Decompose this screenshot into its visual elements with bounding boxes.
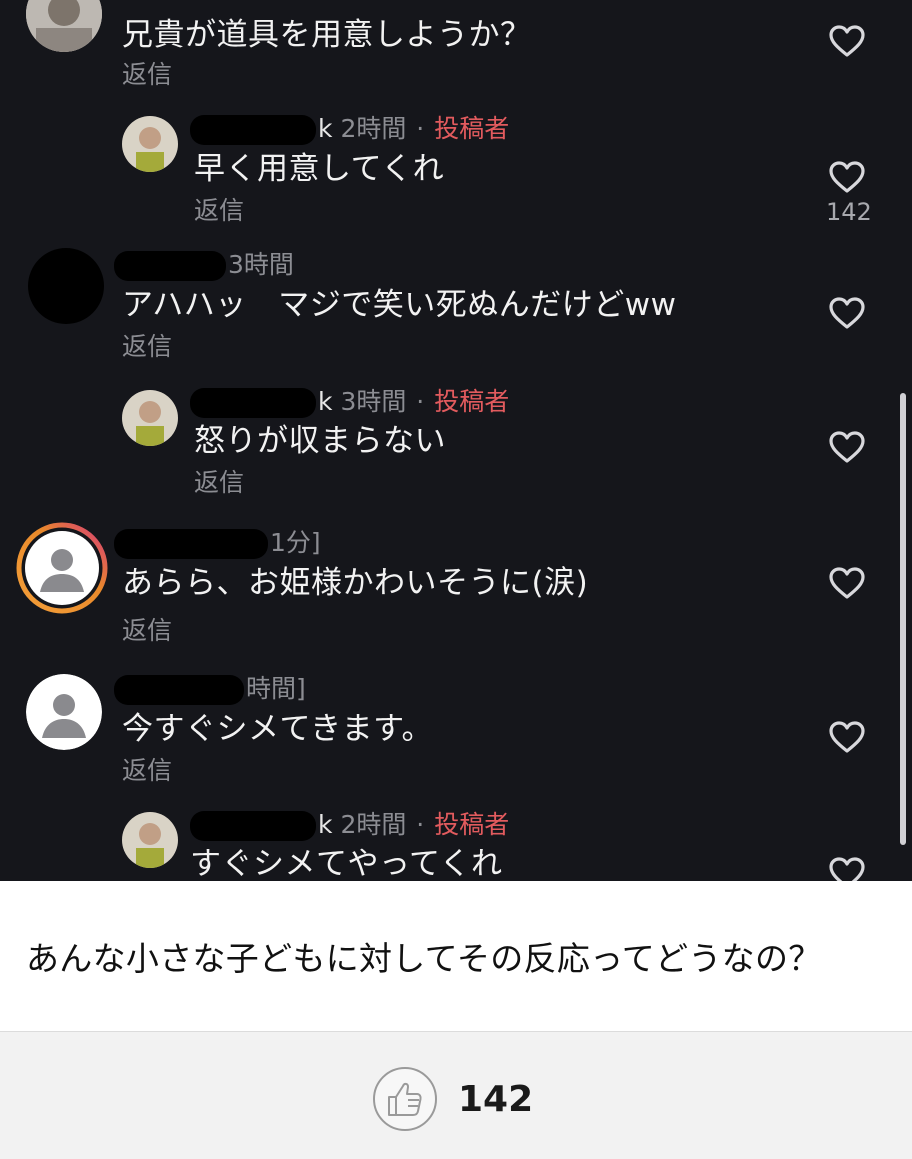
avatar[interactable] [16, 522, 108, 614]
comment-text: 怒りが収まらない [194, 423, 446, 459]
heart-outline-icon [829, 161, 865, 193]
heart-outline-icon [829, 431, 865, 463]
comment-meta: k 2時間 · 投稿者 [190, 114, 509, 145]
comment-text: 今すぐシメてきます。 [122, 711, 433, 747]
like-button[interactable] [826, 430, 868, 464]
timestamp: 3時間 [228, 250, 294, 279]
like-button[interactable] [826, 296, 868, 330]
heart-outline-icon [829, 25, 865, 57]
author-badge: 投稿者 [434, 114, 510, 143]
heart-outline-icon [829, 297, 865, 329]
timestamp: 2時間 [340, 810, 407, 839]
comment-text: アハハッ マジで笑い死ぬんだけどww [122, 287, 677, 323]
like-count: 142 [826, 198, 872, 226]
like-button[interactable] [826, 856, 868, 881]
separator: · [416, 114, 425, 143]
comment-thread: 兄貴が道具を用意しようか？ 返信 k 2時間 · 投稿者 早く用意してくれ 返信… [0, 0, 912, 881]
author-badge: 投稿者 [434, 387, 510, 416]
redacted-username [114, 675, 244, 705]
redacted-username [190, 811, 316, 841]
comment-meta: 時間] [114, 674, 306, 705]
redacted-username [114, 251, 226, 281]
comment-meta: k 2時間 · 投稿者 [190, 810, 509, 841]
like-count: 142 [458, 1078, 534, 1120]
reply-link[interactable]: 返信 [122, 60, 172, 90]
comment-text: 兄貴が道具を用意しようか？ [122, 17, 532, 53]
like-button[interactable] [826, 720, 868, 754]
comment-text: 早く用意してくれ [194, 151, 445, 187]
like-button[interactable] [826, 566, 868, 600]
reply-link[interactable]: 返信 [194, 196, 244, 226]
timestamp: 2時間 [340, 114, 407, 143]
reply-link[interactable]: 返信 [122, 332, 172, 362]
heart-outline-icon [829, 721, 865, 753]
post-caption: あんな小さな子どもに対してその反応ってどうなの？ [0, 881, 912, 1031]
like-button[interactable] [826, 24, 868, 58]
avatar[interactable] [28, 248, 104, 324]
scrollbar[interactable] [900, 393, 906, 845]
heart-outline-icon [829, 567, 865, 599]
comment-meta: k 3時間 · 投稿者 [190, 387, 509, 418]
comment-text: あらら、お姫様かわいそうに(涙) [122, 565, 589, 601]
reply-link[interactable]: 返信 [122, 756, 172, 786]
avatar[interactable] [26, 674, 102, 750]
redacted-username [190, 115, 316, 145]
reply-link[interactable]: 返信 [122, 616, 172, 646]
redacted-username [190, 388, 316, 418]
timestamp: 3時間 [340, 387, 407, 416]
timestamp: 時間] [246, 674, 306, 703]
comment-meta: 1分] [114, 528, 321, 559]
comment-meta: 3時間 [114, 250, 294, 281]
avatar[interactable] [122, 812, 178, 868]
avatar[interactable] [122, 390, 178, 446]
heart-outline-icon [829, 857, 865, 881]
username-tail: k [318, 810, 333, 839]
post-footer: 142 [0, 1031, 912, 1159]
thumbs-up-icon [373, 1067, 437, 1131]
username-tail: k [318, 387, 333, 416]
author-badge: 投稿者 [434, 810, 510, 839]
separator: · [416, 810, 425, 839]
redacted-username [114, 529, 268, 559]
comment-text: すぐシメてやってくれ [190, 846, 503, 881]
separator: · [416, 387, 425, 416]
avatar[interactable] [122, 116, 178, 172]
username-tail: k [318, 114, 333, 143]
like-button[interactable]: 142 [826, 160, 872, 226]
reply-link[interactable]: 返信 [194, 468, 244, 498]
thumbs-up-button[interactable]: 142 [372, 1062, 542, 1136]
caption-text: あんな小さな子どもに対してその反応ってどうなの？ [26, 939, 822, 978]
timestamp: 1分] [270, 528, 321, 557]
avatar[interactable] [26, 0, 102, 52]
